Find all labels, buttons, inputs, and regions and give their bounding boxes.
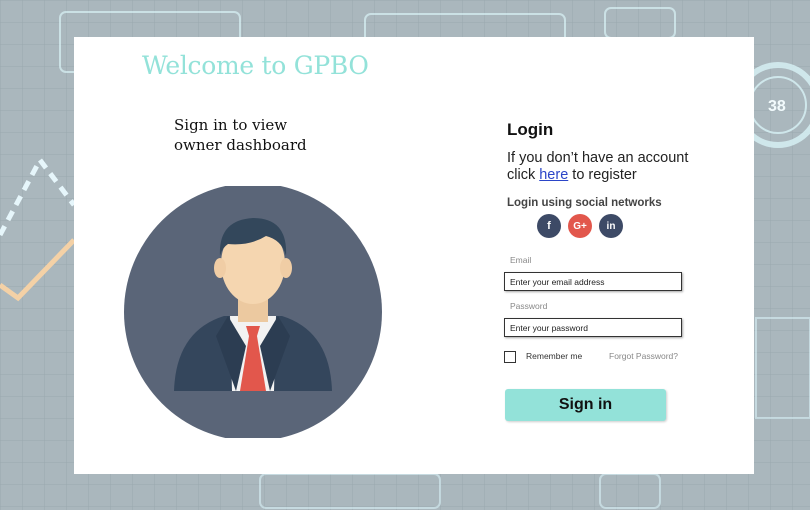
facebook-login-button[interactable]: f [537,214,561,238]
password-label: Password [510,301,548,311]
user-avatar-illustration [124,186,382,438]
gauge-value-text: 38 [768,98,786,115]
dashboard-subtitle: Sign in to view owner dashboard [174,116,307,154]
sign-in-button[interactable]: Sign in [505,389,666,421]
register-note-suffix: to register [568,167,637,183]
login-card: Welcome to GPBO Sign in to view owner da… [74,37,754,474]
social-login-label: Login using social networks [507,197,662,209]
linkedin-login-button[interactable]: in [599,214,623,238]
welcome-title: Welcome to GPBO [142,51,369,80]
remember-me-checkbox[interactable] [504,351,516,363]
email-label: Email [510,255,532,265]
email-field[interactable] [504,272,682,291]
google-plus-icon: G+ [573,220,587,232]
login-heading: Login [507,120,554,139]
forgot-password-link[interactable]: Forgot Password? [609,351,678,361]
register-link[interactable]: here [539,167,568,183]
remember-me-label: Remember me [526,351,583,361]
linkedin-icon: in [606,220,616,232]
password-field[interactable] [504,318,682,337]
register-note: If you don’t have an account click here … [507,150,707,184]
facebook-icon: f [547,220,551,232]
google-plus-login-button[interactable]: G+ [568,214,592,238]
